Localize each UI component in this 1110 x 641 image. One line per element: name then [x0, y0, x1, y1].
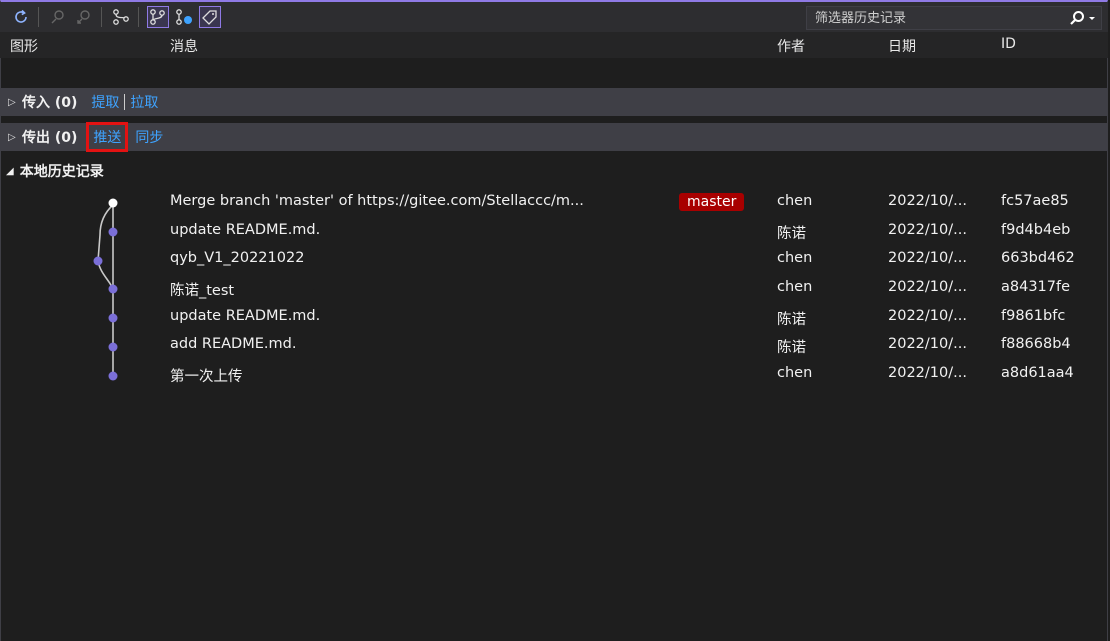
local-history-section: ◢ 本地历史记录: [0, 158, 1108, 184]
commit-author: chen: [777, 365, 813, 382]
show-graph-toggle[interactable]: [147, 6, 169, 28]
dropdown-icon: [1088, 17, 1095, 20]
local-history-label: 本地历史记录: [19, 164, 104, 180]
outgoing-label: 传出 (0): [22, 130, 78, 146]
tag-icon: [202, 10, 217, 25]
commit-id: f9d4b4eb: [1001, 221, 1071, 238]
commit-id: a8d61aa4: [1001, 365, 1074, 382]
search-options-button[interactable]: [1063, 7, 1101, 29]
commit-row[interactable]: update README.md. 陈诺 2022/10/... f9861bf…: [0, 304, 1108, 333]
commit-message: update README.md.: [170, 221, 321, 238]
commit-author: chen: [777, 279, 813, 296]
branch-remote-icon: [176, 9, 192, 25]
commit-date: 2022/10/...: [888, 221, 967, 238]
commit-author: chen: [777, 250, 813, 267]
commit-id: f9861bfc: [1001, 307, 1066, 324]
toolbar-separator: [38, 7, 39, 27]
commit-id: f88668b4: [1001, 336, 1071, 353]
filter-history-input[interactable]: [807, 9, 1063, 27]
column-header: 图形 消息 作者 日期 ID: [0, 32, 1108, 58]
commit-date: 2022/10/...: [888, 336, 967, 353]
commit-id: fc57ae85: [1001, 193, 1069, 209]
column-graph[interactable]: 图形: [10, 36, 38, 56]
commit-id: 663bd462: [1001, 250, 1075, 267]
commit-date: 2022/10/...: [888, 250, 967, 267]
commit-message: 第一次上传: [170, 369, 243, 386]
commit-date: 2022/10/...: [888, 193, 967, 209]
outgoing-section: ▷ 传出 (0) 推送 同步: [0, 122, 1108, 152]
expand-triangle-icon[interactable]: ▷: [8, 97, 16, 108]
commit-message: update README.md.: [170, 307, 321, 324]
commit-row[interactable]: 第一次上传 chen 2022/10/... a8d61aa4: [0, 361, 1108, 390]
commit-author: chen: [777, 193, 813, 209]
link-separator: [124, 94, 126, 110]
toolbar-separator: [138, 7, 139, 27]
pull-button[interactable]: [73, 6, 95, 28]
column-message[interactable]: 消息: [170, 36, 198, 56]
column-author[interactable]: 作者: [777, 36, 805, 56]
pull-icon: [77, 10, 90, 24]
refresh-icon: [15, 9, 27, 23]
commit-message: qyb_V1_20221022: [170, 250, 305, 267]
commit-date: 2022/10/...: [888, 279, 967, 296]
commit-message: add README.md.: [170, 336, 297, 353]
branch-button[interactable]: [110, 6, 132, 28]
commit-row[interactable]: Merge branch 'master' of https://gitee.c…: [0, 189, 1108, 218]
commit-row[interactable]: add README.md. 陈诺 2022/10/... f88668b4: [0, 332, 1108, 361]
commit-author: 陈诺: [777, 340, 806, 357]
toolbar-separator: [101, 7, 102, 27]
commit-date: 2022/10/...: [888, 307, 967, 324]
commit-list: Merge branch 'master' of https://gitee.c…: [0, 189, 1108, 390]
column-date[interactable]: 日期: [888, 36, 916, 56]
commit-author: 陈诺: [777, 225, 806, 242]
commit-date: 2022/10/...: [888, 365, 967, 382]
commit-id: a84317fe: [1001, 279, 1071, 296]
incoming-label: 传入 (0): [22, 95, 78, 111]
commit-message: Merge branch 'master' of https://gitee.c…: [170, 193, 584, 209]
search-icon: [1069, 11, 1084, 25]
show-tags-toggle[interactable]: [199, 6, 221, 28]
refresh-button[interactable]: [10, 6, 32, 28]
filter-history-search: [806, 6, 1102, 30]
fetch-icon: [51, 10, 64, 24]
branch-icon: [113, 9, 129, 25]
graph-icon: [150, 9, 165, 25]
commit-row[interactable]: 陈诺_test chen 2022/10/... a84317fe: [0, 275, 1108, 304]
column-id[interactable]: ID: [1001, 36, 1016, 52]
branch-badge[interactable]: master: [679, 193, 745, 211]
toolbar: [0, 2, 1108, 32]
push-link[interactable]: 推送: [86, 122, 129, 152]
fetch-link[interactable]: 提取: [91, 92, 119, 112]
collapse-triangle-icon[interactable]: ◢: [6, 166, 14, 177]
incoming-section: ▷ 传入 (0) 提取 拉取: [0, 88, 1108, 116]
fetch-button[interactable]: [47, 6, 69, 28]
expand-triangle-icon[interactable]: ▷: [8, 132, 16, 143]
sync-link[interactable]: 同步: [135, 127, 163, 147]
commit-author: 陈诺: [777, 311, 806, 328]
remote-branches-button[interactable]: [173, 6, 195, 28]
commit-row[interactable]: qyb_V1_20221022 chen 2022/10/... 663bd46…: [0, 246, 1108, 275]
pull-link[interactable]: 拉取: [130, 92, 158, 112]
commit-row[interactable]: update README.md. 陈诺 2022/10/... f9d4b4e…: [0, 218, 1108, 247]
commit-message: 陈诺_test: [170, 283, 235, 300]
